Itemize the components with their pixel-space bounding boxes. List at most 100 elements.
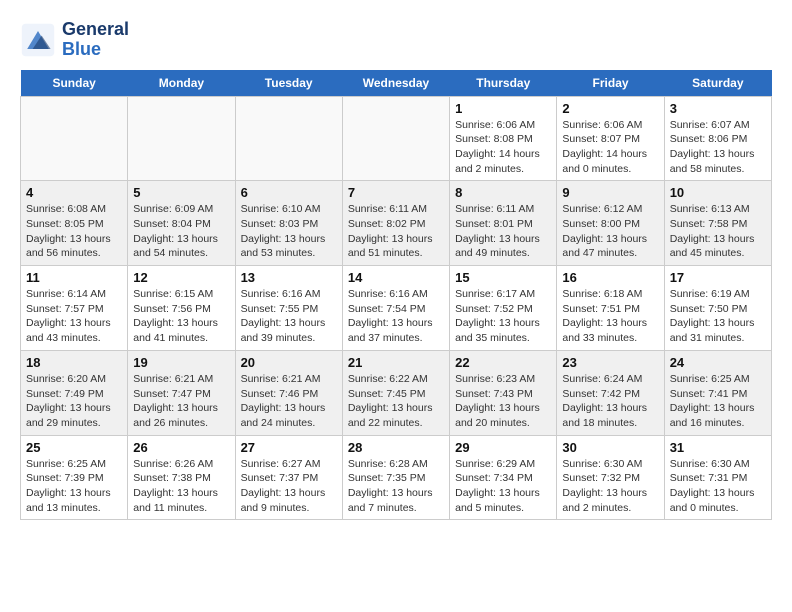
day-info: Sunrise: 6:14 AM Sunset: 7:57 PM Dayligh… [26,287,122,346]
calendar-table: SundayMondayTuesdayWednesdayThursdayFrid… [20,70,772,521]
day-number: 6 [241,185,337,200]
calendar-week-2: 11 Sunrise: 6:14 AM Sunset: 7:57 PM Dayli… [21,266,772,351]
calendar-cell: 4 Sunrise: 6:08 AM Sunset: 8:05 PM Daylig… [21,181,128,266]
day-number: 14 [348,270,444,285]
day-header-tuesday: Tuesday [235,70,342,97]
day-number: 27 [241,440,337,455]
day-info: Sunrise: 6:12 AM Sunset: 8:00 PM Dayligh… [562,202,658,261]
day-number: 28 [348,440,444,455]
day-number: 1 [455,101,551,116]
day-info: Sunrise: 6:16 AM Sunset: 7:55 PM Dayligh… [241,287,337,346]
day-info: Sunrise: 6:30 AM Sunset: 7:32 PM Dayligh… [562,457,658,516]
day-info: Sunrise: 6:08 AM Sunset: 8:05 PM Dayligh… [26,202,122,261]
day-number: 20 [241,355,337,370]
day-number: 29 [455,440,551,455]
day-number: 16 [562,270,658,285]
day-header-friday: Friday [557,70,664,97]
day-info: Sunrise: 6:26 AM Sunset: 7:38 PM Dayligh… [133,457,229,516]
calendar-cell: 18 Sunrise: 6:20 AM Sunset: 7:49 PM Dayli… [21,350,128,435]
calendar-cell: 12 Sunrise: 6:15 AM Sunset: 7:56 PM Dayli… [128,266,235,351]
calendar-cell: 9 Sunrise: 6:12 AM Sunset: 8:00 PM Daylig… [557,181,664,266]
calendar-cell [21,96,128,181]
calendar-cell: 29 Sunrise: 6:29 AM Sunset: 7:34 PM Dayli… [450,435,557,520]
day-info: Sunrise: 6:18 AM Sunset: 7:51 PM Dayligh… [562,287,658,346]
day-header-sunday: Sunday [21,70,128,97]
day-info: Sunrise: 6:21 AM Sunset: 7:46 PM Dayligh… [241,372,337,431]
day-info: Sunrise: 6:09 AM Sunset: 8:04 PM Dayligh… [133,202,229,261]
day-info: Sunrise: 6:15 AM Sunset: 7:56 PM Dayligh… [133,287,229,346]
calendar-cell: 6 Sunrise: 6:10 AM Sunset: 8:03 PM Daylig… [235,181,342,266]
day-number: 2 [562,101,658,116]
calendar-cell: 5 Sunrise: 6:09 AM Sunset: 8:04 PM Daylig… [128,181,235,266]
day-info: Sunrise: 6:16 AM Sunset: 7:54 PM Dayligh… [348,287,444,346]
day-info: Sunrise: 6:27 AM Sunset: 7:37 PM Dayligh… [241,457,337,516]
calendar-cell: 11 Sunrise: 6:14 AM Sunset: 7:57 PM Dayli… [21,266,128,351]
day-number: 30 [562,440,658,455]
calendar-cell: 22 Sunrise: 6:23 AM Sunset: 7:43 PM Dayli… [450,350,557,435]
calendar-cell [235,96,342,181]
day-number: 11 [26,270,122,285]
day-info: Sunrise: 6:10 AM Sunset: 8:03 PM Dayligh… [241,202,337,261]
day-number: 4 [26,185,122,200]
page-header: General Blue [20,20,772,60]
day-header-saturday: Saturday [664,70,771,97]
day-number: 31 [670,440,766,455]
day-number: 26 [133,440,229,455]
calendar-cell: 24Sunrise: 6:25 AM Sunset: 7:41 PM Dayli… [664,350,771,435]
day-info: Sunrise: 6:07 AM Sunset: 8:06 PM Dayligh… [670,118,766,177]
calendar-cell: 21 Sunrise: 6:22 AM Sunset: 7:45 PM Dayli… [342,350,449,435]
calendar-cell: 1 Sunrise: 6:06 AM Sunset: 8:08 PM Daylig… [450,96,557,181]
calendar-week-1: 4 Sunrise: 6:08 AM Sunset: 8:05 PM Daylig… [21,181,772,266]
day-number: 25 [26,440,122,455]
day-number: 17 [670,270,766,285]
calendar-cell: 25 Sunrise: 6:25 AM Sunset: 7:39 PM Dayli… [21,435,128,520]
day-info: Sunrise: 6:17 AM Sunset: 7:52 PM Dayligh… [455,287,551,346]
day-info: Sunrise: 6:25 AM Sunset: 7:39 PM Dayligh… [26,457,122,516]
calendar-week-0: 1 Sunrise: 6:06 AM Sunset: 8:08 PM Daylig… [21,96,772,181]
day-number: 24 [670,355,766,370]
calendar-cell: 16 Sunrise: 6:18 AM Sunset: 7:51 PM Dayli… [557,266,664,351]
day-info: Sunrise: 6:21 AM Sunset: 7:47 PM Dayligh… [133,372,229,431]
logo-text: General Blue [62,20,129,60]
day-info: Sunrise: 6:19 AM Sunset: 7:50 PM Dayligh… [670,287,766,346]
day-info: Sunrise: 6:11 AM Sunset: 8:01 PM Dayligh… [455,202,551,261]
calendar-cell: 23Sunrise: 6:24 AM Sunset: 7:42 PM Dayli… [557,350,664,435]
day-info: Sunrise: 6:29 AM Sunset: 7:34 PM Dayligh… [455,457,551,516]
day-number: 5 [133,185,229,200]
day-number: 22 [455,355,551,370]
day-info: Sunrise: 6:06 AM Sunset: 8:07 PM Dayligh… [562,118,658,177]
calendar-cell: 19Sunrise: 6:21 AM Sunset: 7:47 PM Dayli… [128,350,235,435]
calendar-cell: 3 Sunrise: 6:07 AM Sunset: 8:06 PM Daylig… [664,96,771,181]
day-number: 3 [670,101,766,116]
day-number: 23 [562,355,658,370]
day-number: 18 [26,355,122,370]
day-number: 15 [455,270,551,285]
day-info: Sunrise: 6:28 AM Sunset: 7:35 PM Dayligh… [348,457,444,516]
calendar-cell [128,96,235,181]
day-number: 10 [670,185,766,200]
day-number: 8 [455,185,551,200]
day-number: 12 [133,270,229,285]
calendar-week-4: 25 Sunrise: 6:25 AM Sunset: 7:39 PM Dayli… [21,435,772,520]
day-number: 7 [348,185,444,200]
calendar-cell: 15 Sunrise: 6:17 AM Sunset: 7:52 PM Dayli… [450,266,557,351]
day-info: Sunrise: 6:22 AM Sunset: 7:45 PM Dayligh… [348,372,444,431]
calendar-cell: 10Sunrise: 6:13 AM Sunset: 7:58 PM Dayli… [664,181,771,266]
calendar-cell [342,96,449,181]
day-number: 9 [562,185,658,200]
calendar-cell: 30 Sunrise: 6:30 AM Sunset: 7:32 PM Dayli… [557,435,664,520]
day-header-wednesday: Wednesday [342,70,449,97]
logo-icon [20,22,56,58]
calendar-cell: 31 Sunrise: 6:30 AM Sunset: 7:31 PM Dayli… [664,435,771,520]
day-info: Sunrise: 6:20 AM Sunset: 7:49 PM Dayligh… [26,372,122,431]
day-info: Sunrise: 6:30 AM Sunset: 7:31 PM Dayligh… [670,457,766,516]
calendar-cell: 13Sunrise: 6:16 AM Sunset: 7:55 PM Dayli… [235,266,342,351]
day-header-monday: Monday [128,70,235,97]
calendar-cell: 27 Sunrise: 6:27 AM Sunset: 7:37 PM Dayli… [235,435,342,520]
day-number: 21 [348,355,444,370]
calendar-week-3: 18 Sunrise: 6:20 AM Sunset: 7:49 PM Dayli… [21,350,772,435]
day-info: Sunrise: 6:23 AM Sunset: 7:43 PM Dayligh… [455,372,551,431]
day-info: Sunrise: 6:06 AM Sunset: 8:08 PM Dayligh… [455,118,551,177]
calendar-cell: 26 Sunrise: 6:26 AM Sunset: 7:38 PM Dayli… [128,435,235,520]
calendar-cell: 28 Sunrise: 6:28 AM Sunset: 7:35 PM Dayli… [342,435,449,520]
